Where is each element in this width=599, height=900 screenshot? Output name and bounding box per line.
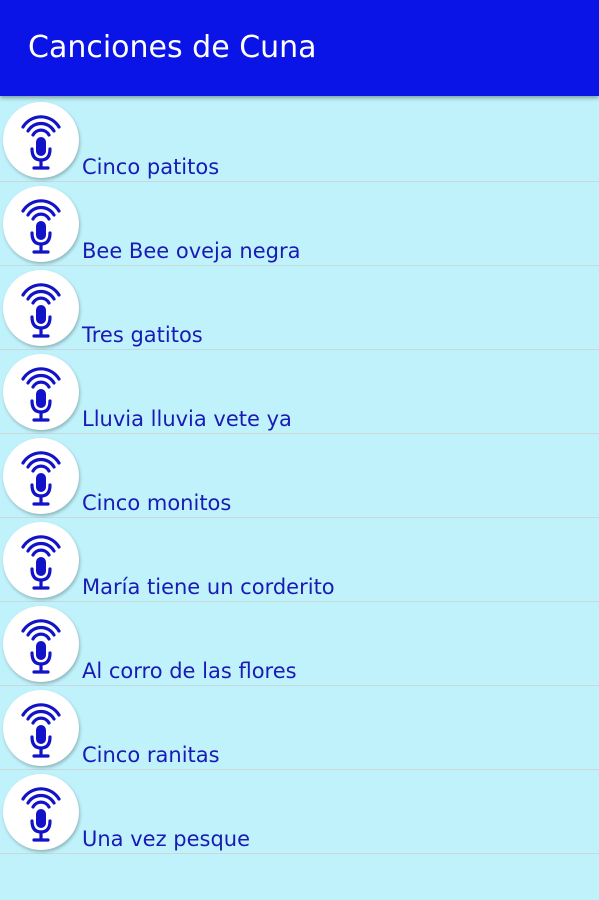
song-title: Cinco patitos [82, 155, 220, 179]
microphone-icon [3, 438, 79, 514]
song-list-item[interactable]: Al corro de las flores [0, 602, 599, 686]
song-title: Bee Bee oveja negra [82, 239, 301, 263]
song-list-item[interactable]: Cinco ranitas [0, 686, 599, 770]
song-list-item[interactable]: Tres gatitos [0, 266, 599, 350]
song-list: Cinco patitos Bee Bee oveja negra Tres g… [0, 98, 599, 854]
song-list-item[interactable]: Cinco monitos [0, 434, 599, 518]
song-list-item[interactable]: Una vez pesque [0, 770, 599, 854]
song-title: María tiene un corderito [82, 575, 335, 599]
song-title: Una vez pesque [82, 827, 251, 851]
microphone-icon [3, 270, 79, 346]
microphone-icon [3, 606, 79, 682]
microphone-icon [3, 690, 79, 766]
app-bar: Canciones de Cuna [0, 0, 599, 96]
song-list-item[interactable]: Lluvia lluvia vete ya [0, 350, 599, 434]
song-title: Cinco monitos [82, 491, 232, 515]
app-title: Canciones de Cuna [28, 30, 317, 65]
microphone-icon [3, 522, 79, 598]
microphone-icon [3, 354, 79, 430]
song-title: Cinco ranitas [82, 743, 220, 767]
microphone-icon [3, 774, 79, 850]
song-title: Lluvia lluvia vete ya [82, 407, 292, 431]
microphone-icon [3, 186, 79, 262]
song-list-item[interactable]: Cinco patitos [0, 98, 599, 182]
song-title: Tres gatitos [82, 323, 203, 347]
song-list-item[interactable]: María tiene un corderito [0, 518, 599, 602]
song-title: Al corro de las flores [82, 659, 297, 683]
microphone-icon [3, 102, 79, 178]
song-list-item[interactable]: Bee Bee oveja negra [0, 182, 599, 266]
